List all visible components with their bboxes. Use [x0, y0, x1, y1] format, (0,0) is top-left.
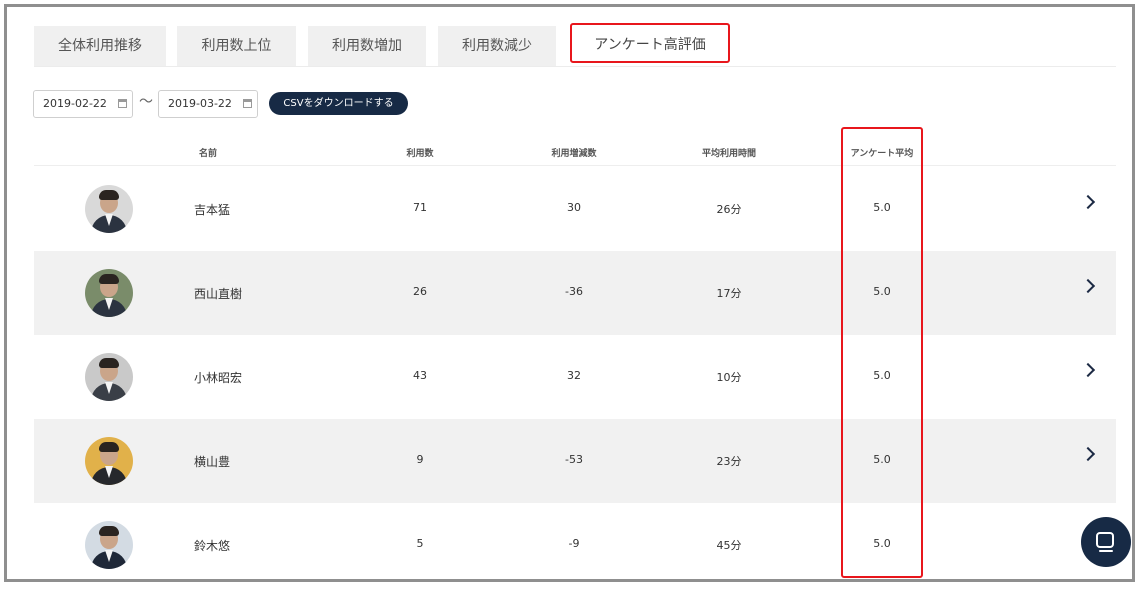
- chevron-right-icon[interactable]: [1080, 446, 1096, 462]
- row-usage-change: 30: [567, 201, 581, 214]
- table-row[interactable]: 鈴木悠 5 -9 45分 5.0: [34, 503, 1116, 579]
- csv-download-button[interactable]: CSVをダウンロードする: [269, 92, 408, 115]
- header-avg-time: 平均利用時間: [701, 149, 756, 159]
- chat-button[interactable]: [1081, 517, 1131, 567]
- row-name: 西山直樹: [194, 287, 243, 301]
- row-survey-avg: 5.0: [873, 201, 891, 214]
- tab-bar: 全体利用推移 利用数上位 利用数増加 利用数減少 アンケート高評価: [34, 23, 1116, 67]
- date-separator: 〜: [139, 94, 153, 110]
- start-date-value: 2019-02-22: [43, 97, 107, 110]
- row-usage-change: -36: [565, 285, 583, 298]
- row-avg-time: 26分: [716, 203, 742, 216]
- tab-usage-increase[interactable]: 利用数増加: [308, 26, 426, 66]
- row-usage: 71: [413, 201, 427, 214]
- table-row[interactable]: 吉本猛 71 30 26分 5.0: [34, 167, 1116, 251]
- row-name: 吉本猛: [194, 203, 231, 217]
- row-survey-avg: 5.0: [873, 369, 891, 382]
- header-name: 名前: [198, 149, 217, 159]
- row-usage: 5: [416, 537, 424, 550]
- chevron-right-icon[interactable]: [1080, 194, 1096, 210]
- row-avg-time: 45分: [716, 539, 742, 552]
- table-row[interactable]: 西山直樹 26 -36 17分 5.0: [34, 251, 1116, 335]
- chevron-right-icon[interactable]: [1080, 362, 1096, 378]
- header-usage-change: 利用増減数: [551, 149, 597, 159]
- avatar: [85, 521, 133, 569]
- app-frame: 全体利用推移 利用数上位 利用数増加 利用数減少 アンケート高評価 2019-0…: [4, 4, 1135, 582]
- tab-underline: [34, 66, 1116, 67]
- row-usage-change: 32: [567, 369, 581, 382]
- row-survey-avg: 5.0: [873, 537, 891, 550]
- table-row[interactable]: 横山豊 9 -53 23分 5.0: [34, 419, 1116, 503]
- tab-top-usage[interactable]: 利用数上位: [177, 26, 296, 66]
- avatar: [85, 437, 133, 485]
- table-row[interactable]: 小林昭宏 43 32 10分 5.0: [34, 335, 1116, 419]
- avatar: [85, 353, 133, 401]
- row-survey-avg: 5.0: [873, 453, 891, 466]
- end-date-input[interactable]: 2019-03-22: [158, 90, 258, 118]
- row-usage: 43: [413, 369, 427, 382]
- row-usage: 26: [413, 285, 427, 298]
- avatar: [85, 269, 133, 317]
- row-usage: 9: [416, 453, 424, 466]
- header-usage: 利用数: [406, 149, 434, 159]
- header-survey-avg: アンケート平均: [850, 149, 914, 159]
- row-name: 小林昭宏: [194, 371, 243, 385]
- tab-usage-decrease[interactable]: 利用数減少: [438, 26, 556, 66]
- chevron-right-icon[interactable]: [1080, 278, 1096, 294]
- chat-icon-underline: [1099, 550, 1113, 552]
- row-avg-time: 23分: [716, 455, 742, 468]
- start-date-input[interactable]: 2019-02-22: [33, 90, 133, 118]
- calendar-icon: [118, 99, 127, 108]
- tab-survey-high-rating[interactable]: アンケート高評価: [570, 23, 730, 63]
- row-name: 鈴木悠: [194, 539, 231, 553]
- end-date-value: 2019-03-22: [168, 97, 232, 110]
- row-avg-time: 10分: [716, 371, 742, 384]
- tab-overall-usage[interactable]: 全体利用推移: [34, 26, 166, 66]
- row-survey-avg: 5.0: [873, 285, 891, 298]
- row-usage-change: -9: [568, 537, 580, 550]
- row-usage-change: -53: [565, 453, 583, 466]
- avatar: [85, 185, 133, 233]
- row-name: 横山豊: [194, 455, 231, 469]
- row-avg-time: 17分: [716, 287, 742, 300]
- table-header: 名前 利用数 利用増減数 平均利用時間 アンケート平均: [34, 137, 1116, 166]
- chat-icon: [1096, 532, 1114, 548]
- calendar-icon: [243, 99, 252, 108]
